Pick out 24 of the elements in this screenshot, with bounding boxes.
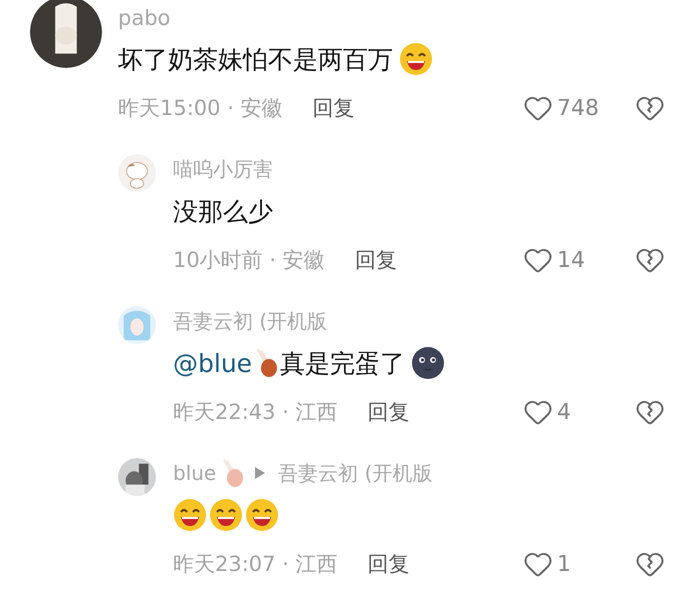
grinning-face-icon [245,498,279,532]
grinning-face-icon [173,498,207,532]
time-location: 昨天22:43 · 江西 [173,399,338,426]
time-location: 10小时前 · 安徽 [173,247,325,274]
play-arrow-icon [254,466,266,480]
grinning-face-icon [209,498,243,532]
time-location: 昨天15:00 · 安徽 [118,95,283,122]
comment-text: 真是完蛋了 [280,348,406,380]
reply-button[interactable]: 回复 [354,246,397,274]
like-count: 1 [557,552,571,576]
comment-text: 没那么少 [173,196,274,228]
reply-button[interactable]: 回复 [368,550,410,578]
like-count: 14 [557,248,585,272]
reply-button[interactable]: 回复 [312,94,355,122]
like-count: 748 [557,96,599,120]
drumstick-icon [220,458,244,488]
comment-text: 坏了奶茶妹怕不是两百万 [118,44,394,76]
like-count: 4 [557,400,571,424]
mention-link[interactable]: @blue [173,348,252,378]
drumstick-icon [254,348,278,378]
reply-button[interactable]: 回复 [368,398,410,426]
moon-face-icon [411,346,446,380]
grinning-face-icon [399,42,433,76]
time-location: 昨天23:07 · 江西 [173,551,338,578]
